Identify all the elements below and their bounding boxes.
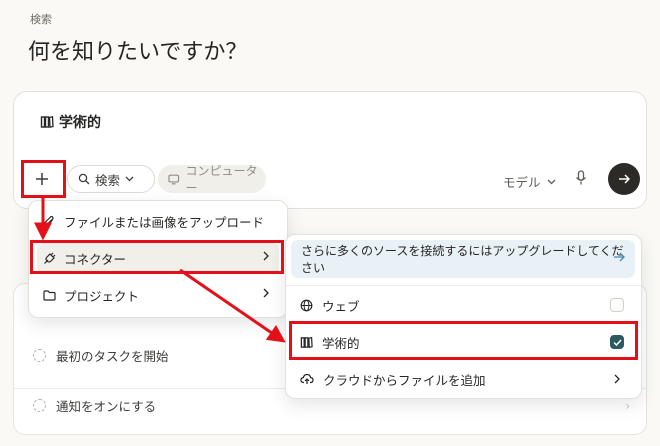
arrow-to-academic <box>179 268 286 343</box>
annotation-arrows <box>34 198 286 343</box>
